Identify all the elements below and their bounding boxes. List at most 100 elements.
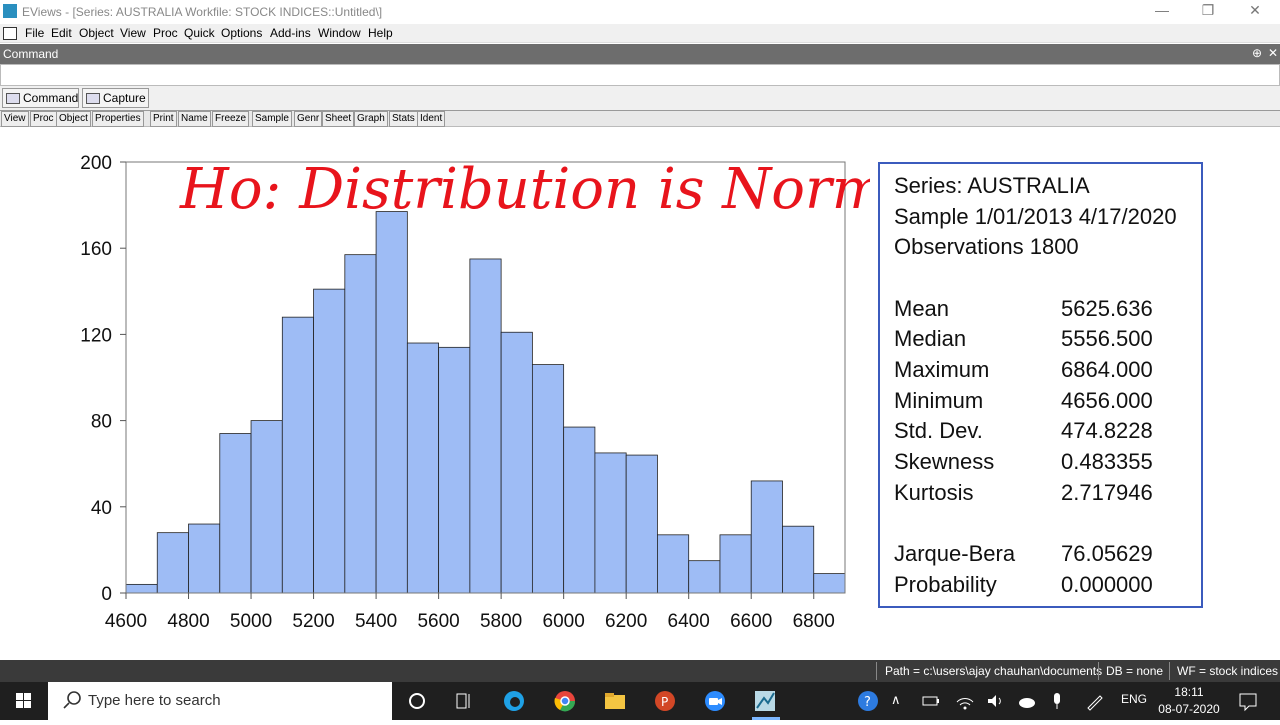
zoom-app-icon[interactable]: [702, 688, 728, 714]
toolbar-proc-button[interactable]: Proc: [30, 111, 57, 127]
menu-object[interactable]: Object: [79, 26, 114, 40]
pen-icon[interactable]: [1082, 688, 1108, 714]
toolbar-genr-button[interactable]: Genr: [294, 111, 323, 127]
tab-command[interactable]: Command: [2, 88, 79, 108]
menu-bar: File Edit Object View Proc Quick Options…: [0, 24, 1280, 43]
close-button[interactable]: ✕: [1245, 2, 1265, 19]
toolbar-freeze-button[interactable]: Freeze: [212, 111, 250, 127]
command-header-label: Command: [3, 47, 59, 61]
clock-date: 08-07-2020: [1158, 702, 1220, 716]
menu-addins[interactable]: Add-ins: [270, 26, 311, 40]
stats-label-jarque-bera: Jarque-Bera: [894, 541, 1016, 566]
x-tick-label: 4600: [105, 611, 147, 628]
histogram-bar: [469, 258, 502, 594]
system-clock[interactable]: 18:11 08-07-2020: [1156, 684, 1222, 718]
menu-window[interactable]: Window: [318, 26, 361, 40]
edge-browser-icon[interactable]: [501, 688, 527, 714]
powerpoint-icon[interactable]: P: [652, 688, 678, 714]
taskbar-search-box[interactable]: Type here to search: [48, 682, 392, 720]
status-divider: [1169, 662, 1170, 680]
show-hidden-icons-chevron-icon[interactable]: ∧: [891, 692, 901, 708]
onedrive-cloud-icon[interactable]: [1014, 688, 1040, 714]
search-icon: [63, 691, 81, 709]
toolbar-graph-button[interactable]: Graph: [354, 111, 388, 127]
stats-label-mean: Mean: [894, 296, 950, 321]
menu-view[interactable]: View: [120, 26, 146, 40]
stats-label-kurtosis: Kurtosis: [894, 480, 974, 505]
toolbar-ident-button[interactable]: Ident: [417, 111, 446, 127]
x-tick-label: 6600: [730, 611, 772, 628]
histogram-chart: 0 40 80 120 160 200 4600 4800 5000 5200 5400 5600 58…: [80, 153, 870, 628]
restore-button[interactable]: ❐: [1198, 2, 1218, 19]
microphone-icon[interactable]: [1044, 688, 1070, 714]
file-explorer-icon[interactable]: [602, 688, 628, 714]
histogram-bar: [344, 254, 377, 594]
x-tick-label: 6000: [543, 611, 585, 628]
tab-command-label: Command: [23, 91, 79, 105]
notifications-icon[interactable]: [1235, 688, 1261, 714]
menu-help[interactable]: Help: [368, 26, 393, 40]
capture-tab-icon: [86, 93, 100, 104]
battery-icon[interactable]: [918, 688, 944, 714]
pin-icon[interactable]: ⊕: [1252, 46, 1262, 60]
histogram-bar: [625, 454, 658, 594]
stats-label-probability: Probability: [894, 572, 997, 597]
minimize-button[interactable]: —: [1152, 2, 1172, 18]
histogram-bar: [531, 364, 565, 594]
menu-quick[interactable]: Quick: [184, 26, 215, 40]
stats-label-maximum: Maximum: [894, 357, 990, 382]
title-bar: EViews - [Series: AUSTRALIA Workfile: ST…: [0, 0, 1280, 24]
histogram-bar: [219, 433, 252, 594]
histogram-bar: [813, 573, 846, 594]
start-button[interactable]: [0, 682, 48, 720]
command-window-header: Command ⊕ ✕: [0, 44, 1280, 64]
y-tick-label: 200: [80, 153, 112, 174]
menu-file[interactable]: File: [25, 26, 44, 40]
wifi-icon[interactable]: [952, 688, 978, 714]
descriptive-stats-box: Series: AUSTRALIA Sample 1/01/2013 4/17/…: [878, 162, 1203, 608]
toolbar-name-button[interactable]: Name: [178, 111, 211, 127]
toolbar-sample-button[interactable]: Sample: [252, 111, 292, 127]
eviews-taskbar-icon[interactable]: [752, 688, 778, 714]
toolbar-sheet-button[interactable]: Sheet: [322, 111, 355, 127]
toolbar-stats-button[interactable]: Stats: [389, 111, 418, 127]
tab-capture[interactable]: Capture: [82, 88, 149, 108]
language-indicator[interactable]: ENG: [1121, 692, 1147, 706]
histogram-bar: [156, 532, 189, 594]
histogram-bar: [438, 346, 471, 594]
stats-value-median: 5556.500: [1061, 326, 1153, 351]
y-tick-label: 120: [80, 325, 112, 346]
window-title: EViews - [Series: AUSTRALIA Workfile: ST…: [22, 5, 383, 19]
status-divider: [876, 662, 877, 680]
stats-value-kurtosis: 2.717946: [1061, 480, 1153, 505]
svg-text:?: ?: [864, 695, 871, 710]
status-wf: WF = stock indices: [1177, 664, 1279, 678]
status-path: Path = c:\users\ajay chauhan\documents: [885, 664, 1103, 678]
cortana-icon[interactable]: [404, 688, 430, 714]
toolbar-print-button[interactable]: Print: [150, 111, 177, 127]
task-view-icon[interactable]: [451, 688, 477, 714]
chrome-browser-icon[interactable]: [552, 688, 578, 714]
stats-value-probability: 0.000000: [1061, 572, 1153, 597]
toolbar-properties-button[interactable]: Properties: [92, 111, 144, 127]
document-menu-icon[interactable]: [3, 27, 17, 40]
command-input[interactable]: [0, 64, 1280, 86]
menu-edit[interactable]: Edit: [51, 26, 72, 40]
series-toolbar: View Proc Object Properties Print Name F…: [0, 111, 1280, 127]
x-tick-label: 6800: [793, 611, 835, 628]
histogram-bar: [188, 523, 221, 594]
svg-text:P: P: [661, 695, 668, 709]
histogram-bar: [782, 525, 815, 594]
histogram-bar: [406, 342, 440, 594]
stats-label-skewness: Skewness: [894, 449, 995, 474]
stats-value-maximum: 6864.000: [1061, 357, 1153, 382]
toolbar-view-button[interactable]: View: [1, 111, 29, 127]
volume-icon[interactable]: [982, 688, 1008, 714]
menu-options[interactable]: Options: [221, 26, 262, 40]
help-icon[interactable]: ?: [855, 688, 881, 714]
command-close-icon[interactable]: ✕: [1268, 46, 1278, 60]
x-tick-label: 4800: [167, 611, 209, 628]
toolbar-object-button[interactable]: Object: [56, 111, 91, 127]
menu-proc[interactable]: Proc: [153, 26, 178, 40]
stats-value-skewness: 0.483355: [1061, 449, 1153, 474]
